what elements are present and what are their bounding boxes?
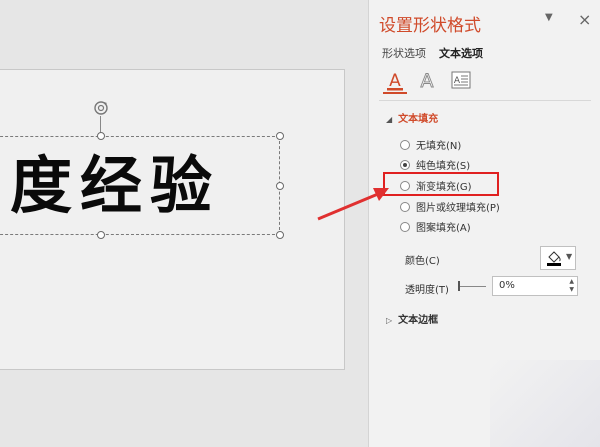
transparency-slider[interactable] (458, 280, 486, 292)
text-effects-icon[interactable]: A (416, 68, 438, 92)
divider (379, 100, 591, 101)
text-fill-label: 文本填充 (398, 114, 439, 125)
slide-canvas: 度经验 (0, 0, 368, 447)
resize-handle-top[interactable] (97, 132, 105, 140)
expand-triangle-icon: ▷ (386, 316, 393, 325)
text-fill-outline-icon[interactable]: A (384, 68, 406, 92)
resize-handle-right[interactable] (276, 182, 284, 190)
close-icon[interactable]: × (578, 10, 591, 29)
color-picker-button[interactable]: ▼ (540, 246, 576, 270)
highlight-box (383, 172, 499, 196)
spin-down-icon[interactable]: ▼ (569, 286, 574, 293)
active-icon-indicator (383, 92, 407, 94)
textbox-layout-icon[interactable]: A (450, 68, 472, 92)
radio-picture-fill[interactable] (400, 202, 410, 212)
slider-thumb[interactable] (458, 281, 460, 291)
resize-handle-bottom-right[interactable] (276, 231, 284, 239)
svg-text:A: A (421, 70, 434, 92)
transparency-input[interactable]: 0% ▲ ▼ (492, 276, 578, 296)
text-border-label: 文本边框 (398, 315, 439, 326)
chevron-down-icon: ▼ (566, 252, 573, 261)
watermark-shadow (490, 360, 600, 447)
transparency-value: 0% (499, 280, 515, 291)
tab-shape-options[interactable]: 形状选项 (382, 45, 426, 61)
text-border-section-header[interactable]: ▷ 文本边框 (386, 311, 438, 326)
slider-track (458, 286, 486, 287)
rotate-handle-icon[interactable] (93, 100, 109, 116)
option-no-fill[interactable]: 无填充(N) (400, 137, 461, 152)
option-pattern-fill[interactable]: 图案填充(A) (400, 219, 471, 234)
paint-bucket-icon (547, 251, 561, 266)
radio-pattern-fill[interactable] (400, 222, 410, 232)
slide-text[interactable]: 度经验 (10, 146, 220, 226)
option-solid-fill[interactable]: 纯色填充(S) (400, 157, 470, 172)
transparency-label: 透明度(T) (405, 285, 449, 296)
radio-no-fill[interactable] (400, 140, 410, 150)
pane-dropdown-icon[interactable]: ▼ (545, 12, 553, 23)
option-picture-fill[interactable]: 图片或纹理填充(P) (400, 199, 500, 214)
collapse-triangle-icon: ◢ (386, 115, 393, 124)
tab-text-options[interactable]: 文本选项 (439, 45, 483, 61)
spin-up-icon[interactable]: ▲ (569, 278, 574, 285)
pane-title: 设置形状格式 (379, 16, 481, 36)
radio-solid-fill[interactable] (400, 160, 410, 170)
resize-handle-top-right[interactable] (276, 132, 284, 140)
text-fill-section-header[interactable]: ◢ 文本填充 (386, 110, 438, 125)
resize-handle-bottom[interactable] (97, 231, 105, 239)
color-label: 颜色(C) (405, 256, 440, 267)
